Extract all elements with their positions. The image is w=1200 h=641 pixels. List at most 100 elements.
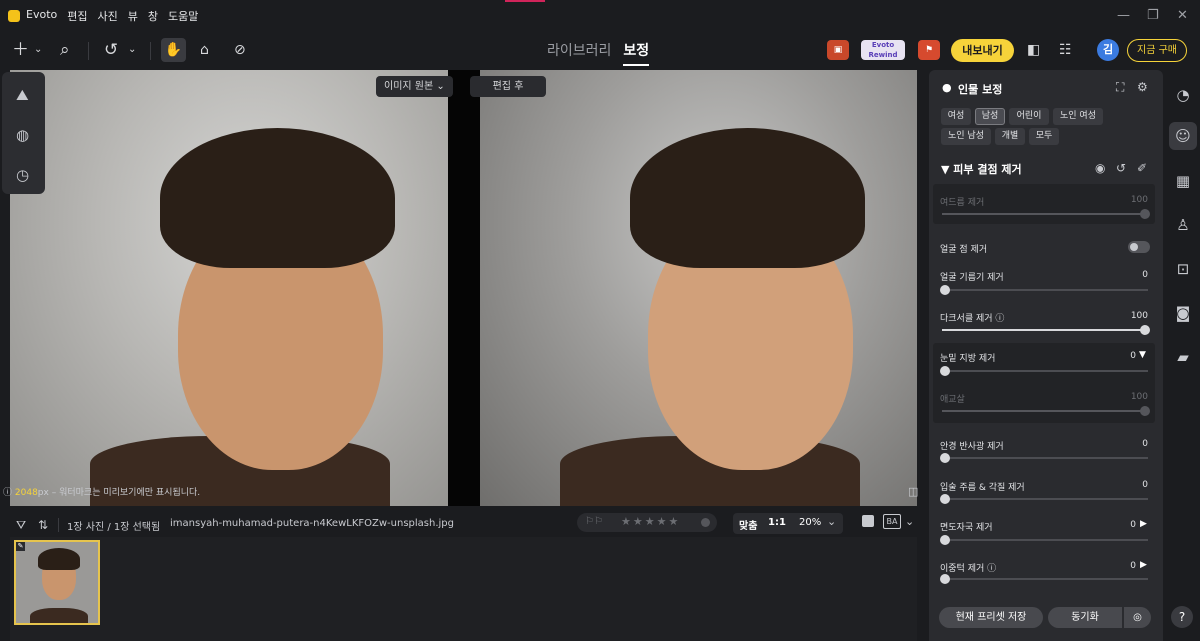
- slider-lips-label: 입술 주름 & 각질 제거: [940, 483, 1025, 493]
- menu-item-edit[interactable]: 편집: [67, 8, 87, 24]
- reset-icon[interactable]: ↺: [1116, 161, 1126, 175]
- chip-male[interactable]: 남성: [975, 108, 1005, 125]
- brush-tool-icon[interactable]: ⌂: [200, 40, 209, 60]
- undo-icon[interactable]: ↺: [104, 40, 118, 60]
- gift-icon[interactable]: ▣: [827, 40, 849, 60]
- zoom-value[interactable]: 20%: [799, 517, 821, 528]
- rewind-badge[interactable]: Evoto Rewind: [861, 40, 905, 60]
- sync-settings-icon[interactable]: ◎: [1124, 607, 1151, 628]
- before-view-selector[interactable]: 이미지 원본 ⌄: [376, 76, 453, 97]
- compare-icon[interactable]: ◧: [1027, 40, 1040, 60]
- photo-count: 1장 사진 / 1장 선택됨: [67, 522, 161, 533]
- workspace-tabs: 라이브러리 보정: [547, 40, 650, 66]
- folder-icon[interactable]: ▰: [1174, 348, 1192, 366]
- color-label-icon[interactable]: [701, 518, 710, 527]
- add-icon[interactable]: ＋: [12, 40, 29, 60]
- palette-icon[interactable]: ◔: [1174, 86, 1192, 104]
- slider-dark-circle-knob[interactable]: [1140, 325, 1150, 335]
- texture-icon[interactable]: ◍: [16, 126, 29, 144]
- image-canvas[interactable]: [10, 70, 917, 506]
- slider-glasses-knob[interactable]: [940, 453, 950, 463]
- sort-icon[interactable]: ⇅: [38, 518, 48, 532]
- buy-now-button[interactable]: 지금 구매: [1127, 39, 1187, 62]
- star-rating-icon[interactable]: ★★★★★: [621, 515, 680, 528]
- slider-shave-knob[interactable]: [940, 535, 950, 545]
- promo-flag-icon[interactable]: ⚑: [918, 40, 940, 60]
- minimize-icon[interactable]: —: [1117, 8, 1130, 23]
- slider-eyebag-track[interactable]: [940, 366, 1148, 376]
- camera-icon[interactable]: ◙: [1174, 304, 1192, 322]
- close-icon[interactable]: ✕: [1177, 8, 1188, 23]
- avatar[interactable]: 김: [1097, 39, 1119, 61]
- section-title[interactable]: ▼ 피부 결점 제거: [941, 161, 1022, 177]
- slider-oil-track[interactable]: [940, 285, 1148, 295]
- slider-oil-knob[interactable]: [940, 285, 950, 295]
- filter-icon[interactable]: ⛛: [16, 518, 26, 533]
- face-detect-icon[interactable]: ⛶: [1116, 80, 1124, 95]
- single-view-icon[interactable]: [862, 515, 874, 527]
- bandage-tool-icon[interactable]: ⊘: [234, 40, 246, 60]
- save-preset-button[interactable]: 현재 프리셋 저장: [939, 607, 1043, 628]
- flag-icon[interactable]: ⚐⚐: [585, 516, 603, 527]
- app-logo: [8, 10, 20, 22]
- brush-mask-icon[interactable]: ✐: [1137, 161, 1147, 175]
- history-icon[interactable]: ◷: [16, 166, 29, 184]
- restore-icon[interactable]: ❐: [1147, 8, 1159, 23]
- slider-chin-knob[interactable]: [940, 574, 950, 584]
- crop-icon[interactable]: ⊡: [1174, 260, 1192, 278]
- slider-dark-circle-track[interactable]: [942, 325, 1150, 335]
- search-icon[interactable]: ⌕: [60, 40, 70, 60]
- thumbnail[interactable]: [14, 540, 100, 625]
- clothing-icon[interactable]: ♙: [1174, 216, 1192, 234]
- chevron-down-icon[interactable]: ⌄: [905, 515, 914, 528]
- menu-item-photo[interactable]: 사진: [97, 8, 117, 24]
- menu-item-window[interactable]: 창: [148, 8, 158, 24]
- sync-button[interactable]: 동기화: [1048, 607, 1122, 628]
- slider-aegyo-track: [942, 406, 1150, 416]
- help-circle-icon[interactable]: ⓘ: [995, 314, 1004, 324]
- chip-child[interactable]: 어린이: [1009, 108, 1049, 125]
- collapse-triangle-icon[interactable]: ▼: [1139, 350, 1146, 360]
- help-button[interactable]: ?: [1171, 606, 1193, 628]
- after-view-label: 편집 후: [470, 76, 546, 97]
- export-button[interactable]: 내보내기: [951, 39, 1014, 62]
- settings-icon[interactable]: ⚙: [1137, 80, 1148, 94]
- chip-elderly-male[interactable]: 노인 남성: [941, 128, 991, 145]
- expand-triangle-icon[interactable]: ▶: [1140, 519, 1147, 529]
- one-to-one-button[interactable]: 1:1: [768, 517, 786, 528]
- portrait-retouch-icon[interactable]: ☺: [1174, 127, 1192, 145]
- watermark-note: – 워터마크는 미리보기에만 표시됩니다.: [51, 488, 201, 498]
- tab-edit[interactable]: 보정: [623, 40, 650, 66]
- slider-lips-knob[interactable]: [940, 494, 950, 504]
- image-adjust-icon[interactable]: ⛰: [16, 86, 29, 104]
- undo-history-chevron-icon[interactable]: ⌄: [128, 40, 136, 60]
- zoom-controls: 맞춤 1:1 20% ⌄: [733, 513, 843, 534]
- slider-chin-text: 이중턱 제거: [940, 564, 985, 574]
- mole-removal-toggle[interactable]: [1128, 241, 1150, 253]
- chevron-down-icon[interactable]: ⌄: [827, 515, 836, 528]
- chip-female[interactable]: 여성: [941, 108, 971, 125]
- menu-item-help[interactable]: 도움말: [168, 8, 198, 24]
- slider-eyebag-knob[interactable]: [940, 366, 950, 376]
- slider-shave-track[interactable]: [940, 535, 1148, 545]
- slider-chin-value: 0: [1130, 561, 1136, 571]
- chip-all[interactable]: 모두: [1029, 128, 1059, 145]
- eye-icon[interactable]: ◉: [1095, 161, 1105, 175]
- slider-shave-label: 면도자국 제거: [940, 523, 993, 533]
- background-icon[interactable]: ▦: [1174, 172, 1192, 190]
- help-circle-icon[interactable]: ⓘ: [987, 564, 996, 574]
- menu-item-view[interactable]: 뷰: [128, 8, 138, 24]
- hand-tool-icon[interactable]: ✋: [161, 38, 186, 62]
- chevron-down-icon[interactable]: ⌄: [34, 40, 42, 60]
- tab-library[interactable]: 라이브러리: [547, 40, 611, 66]
- chip-individual[interactable]: 개별: [995, 128, 1025, 145]
- slider-lips-track[interactable]: [940, 494, 1148, 504]
- slider-chin-track[interactable]: [940, 574, 1148, 584]
- tasks-icon[interactable]: ☷: [1059, 40, 1072, 60]
- fit-button[interactable]: 맞춤: [739, 517, 757, 532]
- slider-glasses-track[interactable]: [940, 453, 1148, 463]
- before-after-view-icon[interactable]: BA: [883, 514, 901, 529]
- split-view-icon[interactable]: ◫: [908, 485, 918, 498]
- chip-elderly-female[interactable]: 노인 여성: [1053, 108, 1103, 125]
- expand-triangle-icon[interactable]: ▶: [1140, 560, 1147, 570]
